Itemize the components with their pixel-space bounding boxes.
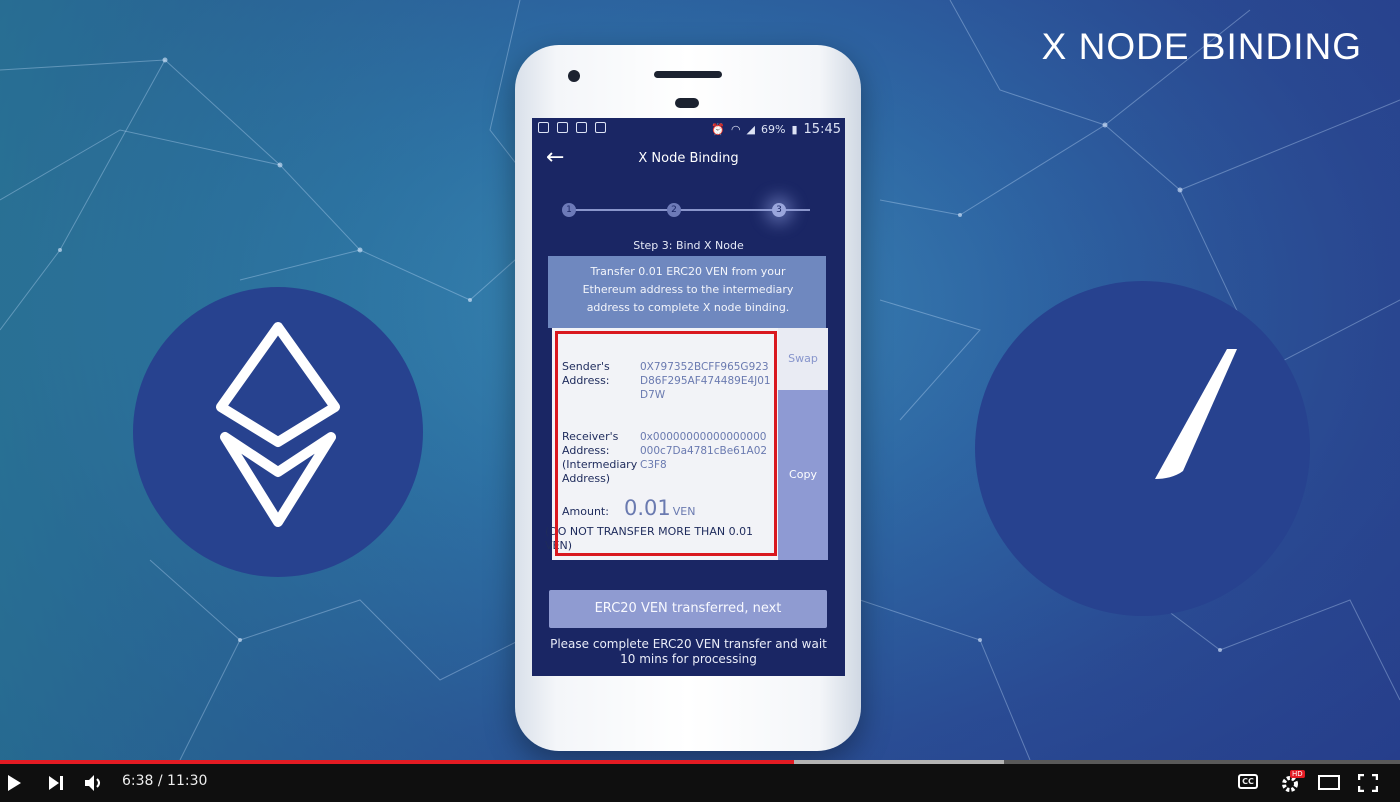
highlight-annotation-box xyxy=(555,331,777,556)
next-video-icon[interactable] xyxy=(48,775,64,791)
sim-icon xyxy=(576,122,587,133)
notification-icon xyxy=(538,122,549,133)
status-clock: 15:45 xyxy=(803,122,841,137)
theater-mode-icon[interactable] xyxy=(1318,775,1340,790)
ethereum-icon xyxy=(216,322,340,527)
alarm-icon: ⏰ xyxy=(711,123,725,136)
page-title: X Node Binding xyxy=(638,151,739,166)
next-button[interactable]: ERC20 VEN transferred, next xyxy=(549,590,827,628)
play-icon[interactable] xyxy=(6,774,22,792)
swap-button[interactable]: Swap xyxy=(778,328,828,390)
battery-icon: ▮ xyxy=(791,123,798,136)
step-indicator: 1 2 3 xyxy=(562,203,818,217)
app-bar: ← X Node Binding xyxy=(532,142,845,178)
step-dot-1: 1 xyxy=(562,203,576,217)
timecode: 6:38 / 11:30 xyxy=(122,773,208,789)
app-screen: ⏰ ◠ ◢ 69% ▮ 15:45 ← X Node Binding 1 2 3… xyxy=(532,118,845,676)
phone-mockup: ⏰ ◠ ◢ 69% ▮ 15:45 ← X Node Binding 1 2 3… xyxy=(515,45,861,751)
ethereum-logo xyxy=(133,287,423,577)
step-label: Step 3: Bind X Node xyxy=(633,239,744,252)
fullscreen-icon[interactable] xyxy=(1358,774,1378,792)
front-camera xyxy=(568,70,580,82)
instruction-box: Transfer 0.01 ERC20 VEN from your Ethere… xyxy=(548,256,826,328)
status-bar: ⏰ ◠ ◢ 69% ▮ 15:45 xyxy=(532,118,845,142)
vechain-logo xyxy=(975,281,1310,616)
processing-note: Please complete ERC20 VEN transfer and w… xyxy=(550,637,827,666)
player-controls: 6:38 / 11:30 CC HD xyxy=(0,764,1400,802)
earpiece-speaker xyxy=(654,71,722,78)
proximity-sensor xyxy=(675,98,699,108)
signal-icon: ◢ xyxy=(746,123,756,136)
video-overlay-title: X NODE BINDING xyxy=(1041,26,1362,67)
hd-badge: HD xyxy=(1290,770,1305,778)
battery-percent: 69% xyxy=(761,123,786,136)
side-action-column: Swap Copy xyxy=(778,328,828,560)
copy-button[interactable]: Copy xyxy=(778,390,828,560)
step-dot-2: 2 xyxy=(667,203,681,217)
captions-icon[interactable]: CC xyxy=(1238,774,1258,789)
vechain-slash-icon xyxy=(1155,349,1237,479)
instruction-text: Transfer 0.01 ERC20 VEN from your Ethere… xyxy=(582,265,794,314)
wifi-icon: ◠ xyxy=(730,123,741,136)
volume-icon[interactable] xyxy=(84,774,104,792)
image-notification-icon xyxy=(557,122,568,133)
device-notification-icon xyxy=(595,122,606,133)
step-dot-3: 3 xyxy=(772,203,786,217)
video-frame[interactable]: X NODE BINDING ⏰ ◠ ◢ 69% ▮ 15:45 ← X Nod… xyxy=(0,0,1400,760)
